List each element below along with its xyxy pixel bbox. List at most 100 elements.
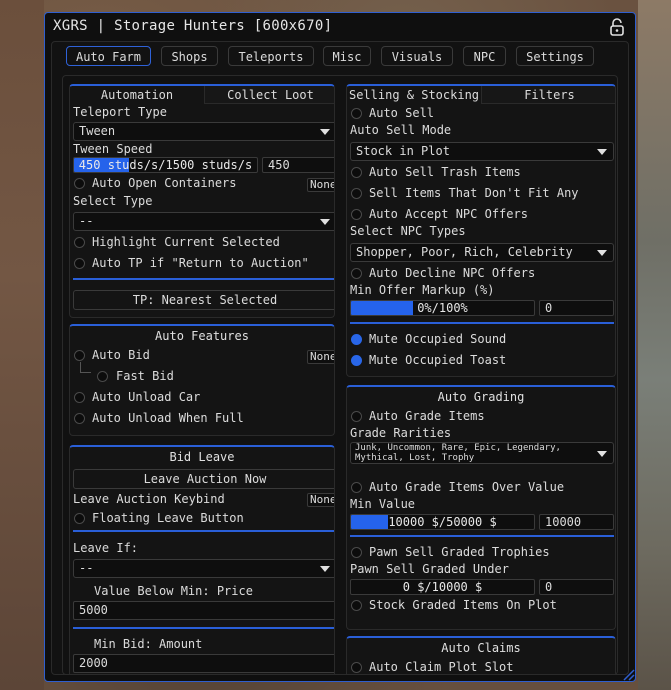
min-value-slider[interactable]: 10000 $/50000 $ xyxy=(350,514,535,530)
subtab-collect-loot[interactable]: Collect Loot xyxy=(204,86,334,104)
tween-speed-text: 450 studs/s/1500 studs/s xyxy=(78,158,253,172)
grade-over-value-checkbox[interactable] xyxy=(351,482,362,493)
min-offer-text: 0%/100% xyxy=(417,301,468,315)
auto-features-panel: Auto Features Auto Bid None Fast Bid Aut… xyxy=(69,324,335,436)
select-type-dropdown[interactable]: -- xyxy=(73,212,334,231)
leave-if-dropdown[interactable]: -- xyxy=(73,559,334,578)
grade-over-value-label: Auto Grade Items Over Value xyxy=(369,480,565,494)
mute-sound-label: Mute Occupied Sound xyxy=(369,332,507,346)
floating-leave-checkbox[interactable] xyxy=(74,513,85,524)
min-bid-label: Min Bid: Amount xyxy=(94,637,203,651)
separator xyxy=(350,535,614,537)
auto-bid-keybind[interactable]: None xyxy=(307,350,334,364)
automation-panel: Automation Collect Loot Teleport Type Tw… xyxy=(69,84,335,318)
pawn-sell-label: Pawn Sell Graded Trophies xyxy=(369,545,550,559)
resize-handle-icon[interactable] xyxy=(621,667,635,681)
background-left xyxy=(0,0,44,690)
subtab-selling-stocking[interactable]: Selling & Stocking xyxy=(347,86,481,104)
pawn-under-slider[interactable]: 0 $/10000 $ xyxy=(350,579,535,595)
tab-misc[interactable]: Misc xyxy=(323,46,371,66)
separator xyxy=(73,530,334,532)
auto-sell-label: Auto Sell xyxy=(369,106,435,120)
main-container: Auto Farm Shops Teleports Misc Visuals N… xyxy=(51,41,629,675)
chevron-down-icon xyxy=(320,566,330,572)
auto-sell-mode-label: Auto Sell Mode xyxy=(350,123,452,137)
mute-toast-checkbox[interactable] xyxy=(351,355,362,366)
auto-grading-panel: Auto Grading Auto Grade Items Grade Rari… xyxy=(346,385,616,630)
tab-content: Automation Collect Loot Teleport Type Tw… xyxy=(62,75,618,675)
pawn-sell-checkbox[interactable] xyxy=(351,547,362,558)
min-offer-slider[interactable]: 0%/100% xyxy=(350,300,535,316)
teleport-type-dropdown[interactable]: Tween xyxy=(73,122,334,141)
auto-open-containers-checkbox[interactable] xyxy=(74,178,85,189)
min-value-input[interactable]: 10000 xyxy=(539,514,614,530)
leave-auction-now-button[interactable]: Leave Auction Now xyxy=(73,469,334,489)
auto-accept-npc-label: Auto Accept NPC Offers xyxy=(369,207,528,221)
grade-rarities-line1: Junk, Uncommon, Rare, Epic, Legendary, xyxy=(355,443,561,453)
highlight-current-checkbox[interactable] xyxy=(74,237,85,248)
auto-unload-car-checkbox[interactable] xyxy=(74,392,85,403)
background-right xyxy=(638,0,671,690)
tab-settings[interactable]: Settings xyxy=(516,46,594,66)
separator xyxy=(73,627,334,629)
auto-features-title: Auto Features xyxy=(155,329,249,343)
auto-unload-full-label: Auto Unload When Full xyxy=(92,411,244,425)
separator xyxy=(350,322,614,324)
tab-npc[interactable]: NPC xyxy=(463,46,506,66)
auto-sell-mode-value: Stock in Plot xyxy=(356,144,450,158)
pawn-under-label: Pawn Sell Graded Under xyxy=(350,562,509,576)
mute-sound-checkbox[interactable] xyxy=(351,334,362,345)
floating-leave-label: Floating Leave Button xyxy=(92,511,244,525)
auto-sell-trash-checkbox[interactable] xyxy=(351,167,362,178)
stock-graded-checkbox[interactable] xyxy=(351,600,362,611)
auto-sell-mode-dropdown[interactable]: Stock in Plot xyxy=(350,142,614,161)
grade-rarities-dropdown[interactable]: Junk, Uncommon, Rare, Epic, Legendary, M… xyxy=(350,442,614,464)
auto-open-keybind[interactable]: None xyxy=(307,178,334,192)
auto-grade-checkbox[interactable] xyxy=(351,411,362,422)
chevron-down-icon xyxy=(597,451,607,457)
auto-bid-checkbox[interactable] xyxy=(74,350,85,361)
auto-accept-npc-checkbox[interactable] xyxy=(351,209,362,220)
teleport-type-value: Tween xyxy=(79,124,116,138)
auto-unload-full-checkbox[interactable] xyxy=(74,413,85,424)
stock-graded-label: Stock Graded Items On Plot xyxy=(369,598,557,612)
auto-tp-return-checkbox[interactable] xyxy=(74,258,85,269)
grade-rarities-label: Grade Rarities xyxy=(350,426,452,440)
auto-sell-checkbox[interactable] xyxy=(351,108,362,119)
select-npc-dropdown[interactable]: Shopper, Poor, Rich, Celebrity xyxy=(350,243,614,262)
pawn-under-text: 0 $/10000 $ xyxy=(402,580,483,594)
mute-toast-label: Mute Occupied Toast xyxy=(369,353,507,367)
tab-shops[interactable]: Shops xyxy=(161,46,218,66)
bid-leave-panel: Bid Leave Leave Auction Now Leave Auctio… xyxy=(69,445,335,674)
tween-speed-slider[interactable]: 450 studs/s/1500 studs/s xyxy=(73,157,258,173)
auto-bid-label: Auto Bid xyxy=(92,348,150,362)
tab-teleports[interactable]: Teleports xyxy=(228,46,314,66)
tp-nearest-button[interactable]: TP: Nearest Selected xyxy=(73,290,334,310)
auto-claim-checkbox[interactable] xyxy=(351,662,362,673)
sell-dont-fit-checkbox[interactable] xyxy=(351,188,362,199)
subtab-filters[interactable]: Filters xyxy=(481,86,615,104)
leave-keybind[interactable]: None xyxy=(307,493,334,507)
pawn-under-input[interactable]: 0 xyxy=(539,579,614,595)
fast-bid-checkbox[interactable] xyxy=(97,371,108,382)
tab-auto-farm[interactable]: Auto Farm xyxy=(66,46,151,66)
bid-leave-title: Bid Leave xyxy=(169,450,235,464)
value-below-input[interactable]: 5000 xyxy=(73,601,334,620)
tab-visuals[interactable]: Visuals xyxy=(381,46,453,66)
tween-speed-input[interactable]: 450 xyxy=(262,157,334,173)
grade-rarities-line2: Mythical, Lost, Trophy xyxy=(355,453,475,463)
lock-icon[interactable] xyxy=(609,18,625,36)
title-bar[interactable]: XGRS | Storage Hunters [600x670] xyxy=(45,13,635,41)
leave-keybind-label: Leave Auction Keybind xyxy=(73,492,225,506)
window-title: XGRS | Storage Hunters [600x670] xyxy=(53,18,333,34)
chevron-down-icon xyxy=(597,250,607,256)
min-offer-input[interactable]: 0 xyxy=(539,300,614,316)
select-npc-label: Select NPC Types xyxy=(350,224,466,238)
select-npc-value: Shopper, Poor, Rich, Celebrity xyxy=(356,245,573,259)
chevron-down-icon xyxy=(320,219,330,225)
auto-decline-npc-checkbox[interactable] xyxy=(351,268,362,279)
tree-connector xyxy=(80,362,91,373)
min-bid-input[interactable]: 2000 xyxy=(73,654,334,673)
subtab-automation[interactable]: Automation xyxy=(70,86,204,104)
auto-tp-return-label: Auto TP if "Return to Auction" xyxy=(92,256,309,270)
